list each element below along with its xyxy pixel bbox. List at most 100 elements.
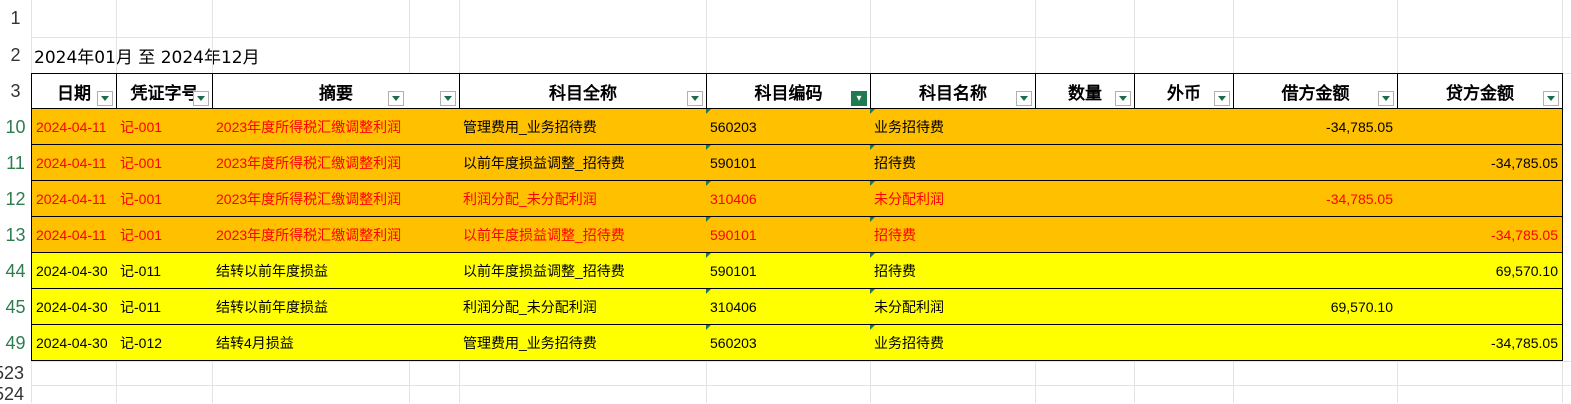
cell-account_name[interactable]: 业务招待费 xyxy=(870,325,1036,361)
row-number[interactable]: 11 xyxy=(0,145,31,181)
cell-account_name[interactable]: 未分配利润 xyxy=(870,181,1036,217)
filter-dropdown-icon[interactable] xyxy=(687,91,703,106)
cell-date[interactable]: 2024-04-30 xyxy=(31,289,117,325)
column-header-debit[interactable]: 借方金额 xyxy=(1233,73,1398,109)
row-number[interactable]: 3 xyxy=(0,73,31,109)
filter-dropdown-icon[interactable] xyxy=(1016,91,1032,106)
cell-date[interactable]: 2024-04-30 xyxy=(31,253,117,289)
row-number[interactable]: 12 xyxy=(0,181,31,217)
cell-account_code[interactable]: 310406 xyxy=(706,181,871,217)
cell-currency[interactable] xyxy=(1134,325,1234,361)
cell-credit[interactable]: -34,785.05 xyxy=(1397,145,1563,181)
cell-account_code[interactable]: 590101 xyxy=(706,145,871,181)
filter-dropdown-icon[interactable] xyxy=(1378,91,1394,106)
cell-currency[interactable] xyxy=(1134,181,1234,217)
column-header-voucher[interactable]: 凭证字号 xyxy=(116,73,213,109)
cell-debit[interactable] xyxy=(1233,145,1398,181)
cell-summary[interactable]: 2023年度所得税汇缴调整利润 xyxy=(212,181,460,217)
cell-quantity[interactable] xyxy=(1035,145,1135,181)
cell-currency[interactable] xyxy=(1134,109,1234,145)
cell-debit[interactable]: 69,570.10 xyxy=(1233,289,1398,325)
cell-currency[interactable] xyxy=(1134,253,1234,289)
cell-date[interactable]: 2024-04-11 xyxy=(31,217,117,253)
cell-date[interactable]: 2024-04-11 xyxy=(31,181,117,217)
period-label[interactable]: 2024年01月 至 2024年12月 xyxy=(34,43,260,68)
cell-quantity[interactable] xyxy=(1035,325,1135,361)
cell-account_name[interactable]: 未分配利润 xyxy=(870,289,1036,325)
cell-debit[interactable]: -34,785.05 xyxy=(1233,109,1398,145)
cell-account_code[interactable]: 560203 xyxy=(706,109,871,145)
cell-quantity[interactable] xyxy=(1035,289,1135,325)
cell-currency[interactable] xyxy=(1134,145,1234,181)
filter-dropdown-icon[interactable] xyxy=(97,91,113,106)
filter-dropdown-icon[interactable] xyxy=(1115,91,1131,106)
cell-account_code[interactable]: 590101 xyxy=(706,253,871,289)
column-header-quantity[interactable]: 数量 xyxy=(1035,73,1135,109)
row-number[interactable]: 1 xyxy=(0,0,31,37)
cell-account_code[interactable]: 560203 xyxy=(706,325,871,361)
cell-date[interactable]: 2024-04-11 xyxy=(31,109,117,145)
cell-account_full[interactable]: 管理费用_业务招待费 xyxy=(459,109,707,145)
filter-dropdown-icon[interactable] xyxy=(1214,91,1230,106)
cell-account_full[interactable]: 以前年度损益调整_招待费 xyxy=(459,145,707,181)
cell-summary[interactable]: 2023年度所得税汇缴调整利润 xyxy=(212,109,460,145)
column-header-currency[interactable]: 外币 xyxy=(1134,73,1234,109)
cell-voucher[interactable]: 记-001 xyxy=(116,217,213,253)
cell-account_full[interactable]: 以前年度损益调整_招待费 xyxy=(459,253,707,289)
cell-account_full[interactable]: 利润分配_未分配利润 xyxy=(459,289,707,325)
cell-account_full[interactable]: 以前年度损益调整_招待费 xyxy=(459,217,707,253)
column-header-date[interactable]: 日期 xyxy=(31,73,117,109)
filter-dropdown-icon[interactable] xyxy=(193,91,209,106)
column-header-summary[interactable]: 摘要 xyxy=(212,73,460,109)
row-number[interactable]: 2 xyxy=(0,37,31,73)
cell-quantity[interactable] xyxy=(1035,109,1135,145)
column-header-account_full[interactable]: 科目全称 xyxy=(459,73,707,109)
cell-voucher[interactable]: 记-001 xyxy=(116,109,213,145)
cell-summary[interactable]: 结转4月损益 xyxy=(212,325,460,361)
cell-date[interactable]: 2024-04-30 xyxy=(31,325,117,361)
column-header-account_code[interactable]: 科目编码 xyxy=(706,73,871,109)
cell-summary[interactable]: 结转以前年度损益 xyxy=(212,253,460,289)
cell-credit[interactable] xyxy=(1397,181,1563,217)
cell-account_name[interactable]: 招待费 xyxy=(870,217,1036,253)
cell-voucher[interactable]: 记-001 xyxy=(116,145,213,181)
cell-quantity[interactable] xyxy=(1035,181,1135,217)
filter-dropdown-icon[interactable] xyxy=(1543,91,1559,106)
active-filter-icon[interactable] xyxy=(851,91,867,106)
cell-debit[interactable]: -34,785.05 xyxy=(1233,181,1398,217)
cell-credit[interactable] xyxy=(1397,109,1563,145)
cell-credit[interactable]: -34,785.05 xyxy=(1397,217,1563,253)
cell-account_full[interactable]: 管理费用_业务招待费 xyxy=(459,325,707,361)
row-number[interactable]: 523 xyxy=(0,361,25,385)
cell-summary[interactable]: 2023年度所得税汇缴调整利润 xyxy=(212,217,460,253)
cell-quantity[interactable] xyxy=(1035,217,1135,253)
cell-voucher[interactable]: 记-012 xyxy=(116,325,213,361)
cell-credit[interactable]: 69,570.10 xyxy=(1397,253,1563,289)
cell-summary[interactable]: 2023年度所得税汇缴调整利润 xyxy=(212,145,460,181)
row-number[interactable]: 13 xyxy=(0,217,31,253)
column-header-credit[interactable]: 贷方金额 xyxy=(1397,73,1563,109)
row-number[interactable]: 45 xyxy=(0,289,31,325)
cell-summary[interactable]: 结转以前年度损益 xyxy=(212,289,460,325)
cell-debit[interactable] xyxy=(1233,325,1398,361)
filter-dropdown-icon[interactable] xyxy=(388,91,404,106)
row-number[interactable]: 49 xyxy=(0,325,31,361)
row-number[interactable]: 524 xyxy=(0,385,25,403)
cell-quantity[interactable] xyxy=(1035,253,1135,289)
cell-account_name[interactable]: 业务招待费 xyxy=(870,109,1036,145)
cell-account_name[interactable]: 招待费 xyxy=(870,253,1036,289)
cell-credit[interactable]: -34,785.05 xyxy=(1397,325,1563,361)
cell-currency[interactable] xyxy=(1134,217,1234,253)
cell-voucher[interactable]: 记-011 xyxy=(116,253,213,289)
cell-account_full[interactable]: 利润分配_未分配利润 xyxy=(459,181,707,217)
cell-date[interactable]: 2024-04-11 xyxy=(31,145,117,181)
cell-account_code[interactable]: 310406 xyxy=(706,289,871,325)
cell-debit[interactable] xyxy=(1233,253,1398,289)
cell-debit[interactable] xyxy=(1233,217,1398,253)
cell-credit[interactable] xyxy=(1397,289,1563,325)
cell-voucher[interactable]: 记-011 xyxy=(116,289,213,325)
filter-dropdown-icon[interactable] xyxy=(440,91,456,106)
cell-currency[interactable] xyxy=(1134,289,1234,325)
cell-account_code[interactable]: 590101 xyxy=(706,217,871,253)
row-number[interactable]: 44 xyxy=(0,253,31,289)
